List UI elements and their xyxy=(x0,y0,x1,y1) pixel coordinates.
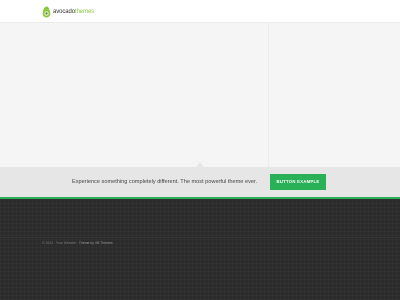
avocado-logo-icon xyxy=(42,6,51,17)
hero-section xyxy=(0,23,400,167)
theme-credit-link[interactable]: Theme by VB Themes xyxy=(79,241,113,245)
logo-wordmark: avocadothemes xyxy=(53,6,94,18)
site-logo[interactable]: avocadothemes xyxy=(42,5,94,18)
copyright-text: © 2024 · Your Website xyxy=(42,241,76,245)
logo-text-main: avocado xyxy=(53,8,75,15)
button-example[interactable]: Button Example xyxy=(270,174,326,190)
site-header: avocadothemes xyxy=(0,0,400,23)
logo-text-accent: themes xyxy=(75,8,95,15)
hero-column-divider xyxy=(268,23,269,167)
site-footer: © 2024 · Your Website · Theme by VB Them… xyxy=(0,199,400,300)
footer-widgets xyxy=(0,199,400,237)
footer-divider xyxy=(0,237,400,238)
call-to-action-bar: Experience something completely differen… xyxy=(0,167,400,197)
footer-copyright: © 2024 · Your Website · Theme by VB Them… xyxy=(42,241,113,245)
cta-text: Experience something completely differen… xyxy=(72,179,258,185)
